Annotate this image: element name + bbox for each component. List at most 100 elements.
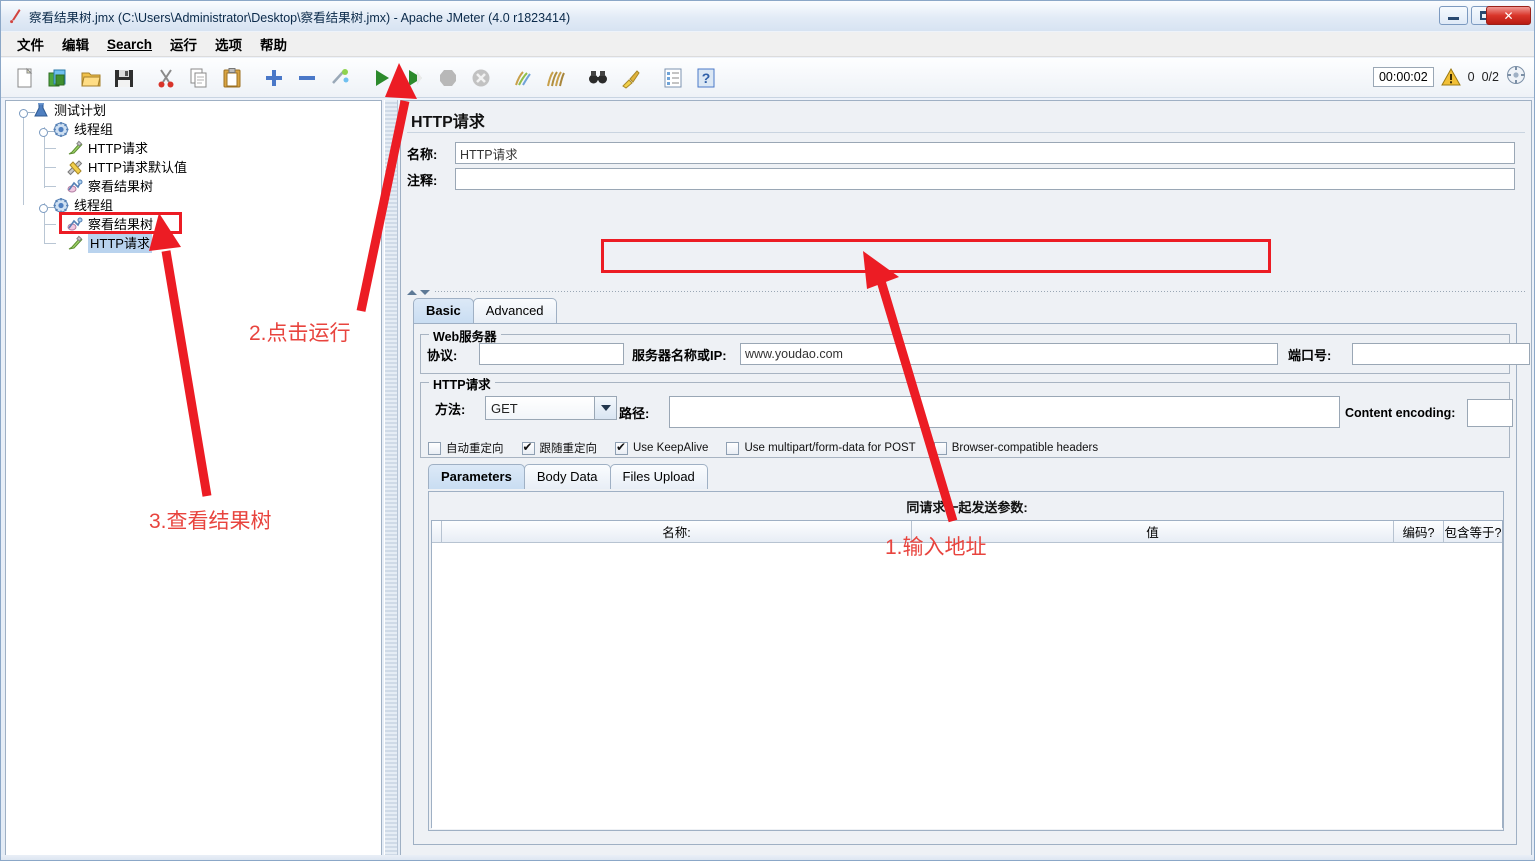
checkbox-box[interactable] <box>615 440 628 455</box>
open-button[interactable] <box>75 63 107 93</box>
clear-all-button[interactable] <box>540 63 572 93</box>
method-select[interactable]: GET <box>485 396 617 420</box>
comment-row: 注释: <box>407 167 1525 191</box>
expand-all-button[interactable] <box>258 63 290 93</box>
page-title: HTTP请求 <box>407 107 1525 133</box>
tree-node-label-selected: HTTP请求 <box>88 234 152 253</box>
chevron-up-icon[interactable] <box>407 289 417 295</box>
menu-run[interactable]: 运行 <box>162 32 205 56</box>
table-header-name[interactable]: 名称: <box>442 521 912 543</box>
server-input[interactable]: www.youdao.com <box>740 343 1278 365</box>
clear-button[interactable] <box>507 63 539 93</box>
toolbar-separator <box>249 63 258 93</box>
collapse-arrows[interactable] <box>407 287 435 297</box>
test-plan-tree[interactable]: 测试计划 线程组 HTTP请求 HTTP请求默认值 察看结果树 线程组 察看结果… <box>5 100 382 856</box>
stop-button[interactable] <box>432 63 464 93</box>
shutdown-button[interactable] <box>465 63 497 93</box>
parameters-table[interactable]: 名称: 值 编码? 包含等于? <box>431 520 1503 829</box>
menu-edit[interactable]: 编辑 <box>54 32 97 56</box>
close-icon: ✕ <box>1503 8 1514 23</box>
checkbox-box[interactable] <box>933 441 947 455</box>
table-header-include-equals[interactable]: 包含等于? <box>1444 521 1502 543</box>
tab-advanced[interactable]: Advanced <box>472 298 557 323</box>
function-helper-button[interactable] <box>657 63 689 93</box>
search-button[interactable] <box>582 63 614 93</box>
tab-basic[interactable]: Basic <box>413 298 474 323</box>
tree-expand-handle[interactable] <box>19 106 35 118</box>
collapse-all-button[interactable] <box>291 63 323 93</box>
protocol-row: 协议: <box>427 343 624 365</box>
table-header-select[interactable] <box>432 521 442 543</box>
menu-file[interactable]: 文件 <box>9 32 52 56</box>
paste-button[interactable] <box>216 63 248 93</box>
tree-expand-handle[interactable] <box>39 201 55 213</box>
chevron-down-icon[interactable] <box>594 397 616 419</box>
multipart-checkbox[interactable]: Use multipart/form-data for POST <box>726 441 916 455</box>
path-row: 路径: <box>619 396 1340 428</box>
minimize-button[interactable] <box>1439 6 1468 25</box>
help-button[interactable]: ? <box>690 63 722 93</box>
auto-redirect-checkbox[interactable]: 自动重定向 <box>428 440 504 456</box>
tree-line <box>44 167 56 168</box>
tree-node-view-results-tree-1[interactable]: 察看结果树 <box>66 177 153 196</box>
active-threads-count: 0/2 <box>1481 70 1499 84</box>
help-icon: ? <box>695 67 717 89</box>
tab-parameters[interactable]: Parameters <box>428 464 525 489</box>
start-button[interactable] <box>366 63 398 93</box>
tree-node-test-plan[interactable]: 测试计划 <box>32 101 106 120</box>
chevron-down-icon[interactable] <box>420 289 430 295</box>
toolbar-status-cluster: 00:00:02 0 0/2 <box>1372 63 1526 91</box>
content-encoding-row: Content encoding: <box>1345 399 1513 427</box>
menu-options[interactable]: 选项 <box>207 32 250 56</box>
collapse-all-icon <box>296 67 318 89</box>
port-row: 端口号: <box>1288 343 1530 365</box>
toolbar-separator <box>357 63 366 93</box>
menu-search[interactable]: Search <box>99 35 160 54</box>
browser-compatible-headers-checkbox[interactable]: Browser-compatible headers <box>933 441 1098 455</box>
port-input[interactable] <box>1352 343 1530 365</box>
table-body[interactable] <box>432 543 1502 829</box>
pane-splitter[interactable] <box>384 100 398 856</box>
warning-triangle-icon[interactable] <box>1440 67 1461 86</box>
toggle-button[interactable] <box>324 63 356 93</box>
tree-node-http-request-2[interactable]: HTTP请求 <box>66 234 152 253</box>
content-encoding-input[interactable] <box>1467 399 1513 427</box>
templates-button[interactable] <box>42 63 74 93</box>
tab-files-upload[interactable]: Files Upload <box>609 464 708 489</box>
comment-input[interactable] <box>455 168 1515 190</box>
tree-line <box>44 148 56 149</box>
close-button[interactable]: ✕ <box>1486 6 1531 25</box>
start-no-pauses-button[interactable] <box>399 63 431 93</box>
follow-redirects-checkbox[interactable]: 跟随重定向 <box>521 440 597 456</box>
cut-button[interactable] <box>150 63 182 93</box>
tree-node-thread-group-1[interactable]: 线程组 <box>52 120 113 139</box>
open-icon <box>80 67 102 89</box>
tree-expand-handle[interactable] <box>39 125 55 137</box>
tree-node-http-defaults[interactable]: HTTP请求默认值 <box>66 158 187 177</box>
basic-tab-panel: Web服务器 协议: 服务器名称或IP: www.youdao.com 端口号:… <box>413 323 1530 845</box>
new-button[interactable] <box>9 63 41 93</box>
tab-body-data[interactable]: Body Data <box>523 464 611 489</box>
keepalive-checkbox[interactable]: Use KeepAlive <box>615 440 708 455</box>
checkbox-box[interactable] <box>428 441 441 455</box>
checkbox-box[interactable] <box>726 441 740 455</box>
save-icon <box>113 67 135 89</box>
cut-icon <box>155 67 177 89</box>
protocol-input[interactable] <box>479 343 624 365</box>
toolbar-separator <box>573 63 582 93</box>
tree-line <box>44 186 56 187</box>
table-header-encode[interactable]: 编码? <box>1394 521 1444 543</box>
svg-text:?: ? <box>702 70 711 86</box>
start-icon <box>371 67 393 89</box>
title-bar: 察看结果树.jmx (C:\Users\Administrator\Deskto… <box>1 1 1534 31</box>
checkbox-box[interactable] <box>521 440 535 455</box>
tree-node-http-request-1[interactable]: HTTP请求 <box>66 139 148 158</box>
toolbar-separator <box>141 63 150 93</box>
path-input[interactable] <box>669 396 1340 428</box>
reset-search-button[interactable] <box>615 63 647 93</box>
menu-help[interactable]: 帮助 <box>252 32 295 56</box>
clear-icon <box>512 67 534 89</box>
copy-button[interactable] <box>183 63 215 93</box>
name-input[interactable]: HTTP请求 <box>455 142 1515 164</box>
save-button[interactable] <box>108 63 140 93</box>
